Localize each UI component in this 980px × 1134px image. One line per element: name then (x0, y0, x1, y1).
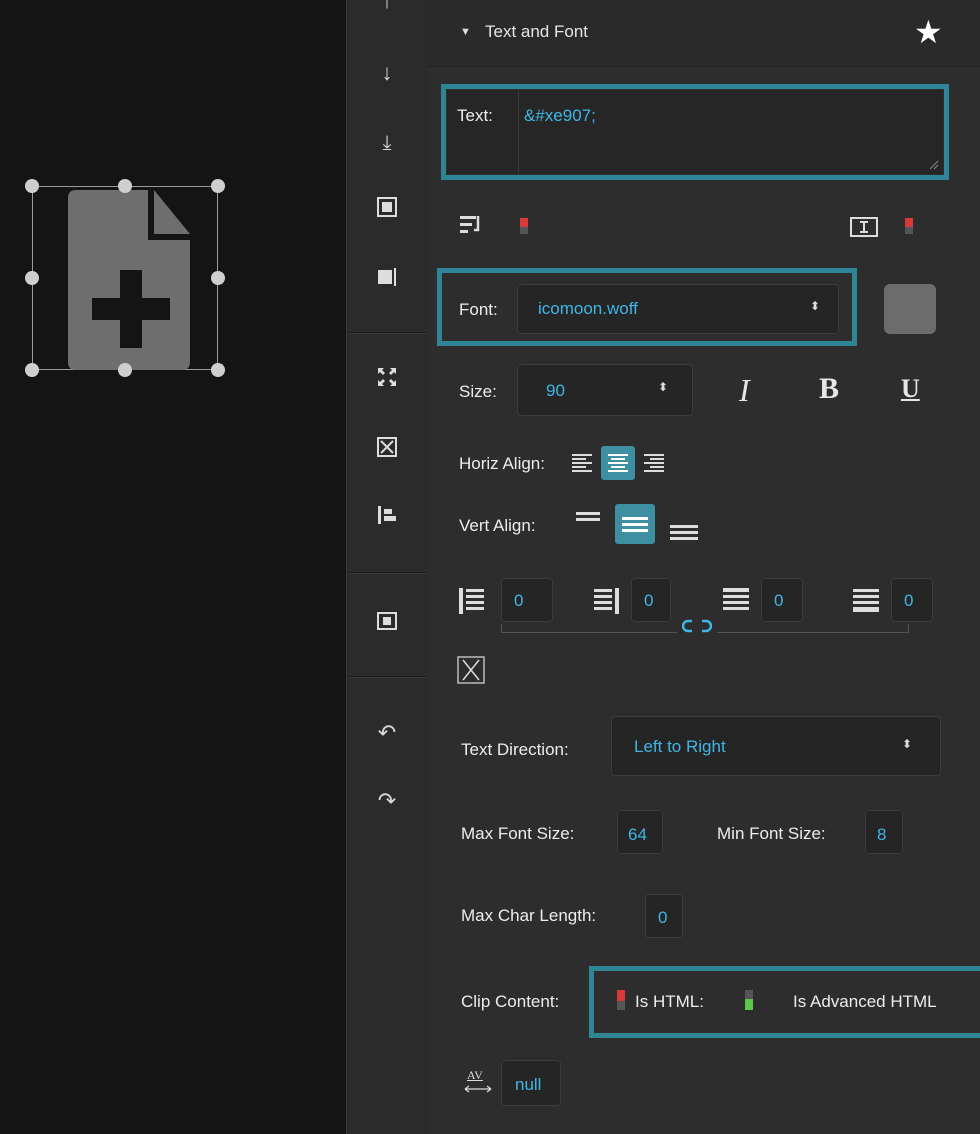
padding-bottom-icon (851, 586, 881, 616)
resize-icon[interactable] (347, 266, 427, 296)
text-value[interactable]: &#xe907; (524, 106, 596, 126)
resize-handle-br[interactable] (211, 363, 225, 377)
resize-handle-l[interactable] (25, 271, 39, 285)
file-add-icon (68, 190, 190, 370)
padding-top-value: 0 (774, 591, 784, 610)
resize-handle-tl[interactable] (25, 179, 39, 193)
valign-bottom-button[interactable] (667, 512, 701, 546)
size-select[interactable]: 90 ⬍ (517, 364, 693, 416)
center-icon[interactable] (347, 436, 427, 466)
select-arrows-icon: ⬍ (809, 299, 820, 313)
arrow-down-icon[interactable]: ↓ (347, 58, 427, 88)
toolbar-separator (347, 332, 427, 333)
align-left-icon[interactable] (347, 504, 427, 534)
padding-left-icon (457, 586, 487, 616)
resize-grip-icon[interactable] (929, 160, 939, 170)
font-value: icomoon.woff (538, 299, 638, 318)
select-arrows-icon: ⬍ (901, 737, 912, 751)
text-direction-select[interactable]: Left to Right ⬍ (611, 716, 941, 776)
min-font-size-value: 8 (877, 825, 887, 844)
word-wrap-icon[interactable] (457, 214, 485, 243)
text-field[interactable]: Text: &#xe907; (447, 90, 943, 174)
letter-spacing-value: null (515, 1075, 542, 1094)
letter-spacing-input[interactable]: null (501, 1060, 561, 1106)
font-select[interactable]: icomoon.woff ⬍ (517, 284, 839, 334)
clip-content-toggle[interactable] (617, 990, 625, 1010)
is-advanced-html-label: Is Advanced HTML (793, 992, 937, 1011)
send-to-back-icon[interactable]: ⤓ (347, 128, 427, 158)
collapse-triangle-icon[interactable]: ▼ (460, 26, 471, 38)
is-html-toggle[interactable] (745, 990, 753, 1010)
arrow-up-icon[interactable]: ↑ (347, 0, 427, 16)
valign-middle-button[interactable] (615, 504, 655, 544)
resize-handle-t[interactable] (118, 179, 132, 193)
align-left-button[interactable] (567, 448, 597, 478)
italic-button[interactable]: I (739, 372, 750, 409)
resize-handle-bl[interactable] (25, 363, 39, 377)
text-label: Text: (457, 106, 493, 125)
design-canvas[interactable] (0, 0, 346, 1134)
frame-icon[interactable] (347, 196, 427, 226)
text-divider (518, 90, 519, 174)
font-color-swatch[interactable] (884, 284, 936, 334)
max-char-length-label: Max Char Length: (461, 906, 597, 925)
bold-button[interactable]: B (819, 372, 839, 406)
horiz-align-label: Horiz Align: (459, 454, 545, 473)
size-value: 90 (546, 381, 565, 400)
properties-panel: ▼ Text and Font ★ Text: &#xe907; Font: i… (427, 0, 980, 1134)
select-arrows-icon: ⬍ (657, 380, 668, 394)
letter-spacing-icon: AV (463, 1068, 493, 1096)
is-html-label: Is HTML: (635, 992, 704, 1011)
undo-icon[interactable]: ↶ (347, 718, 427, 748)
max-char-length-value: 0 (658, 908, 668, 927)
underline-button[interactable]: U (901, 374, 920, 404)
align-right-button[interactable] (639, 448, 669, 478)
text-cursor-icon[interactable] (849, 216, 879, 244)
padding-right-icon (591, 586, 621, 616)
padding-top-input[interactable]: 0 (761, 578, 803, 622)
link-icon[interactable] (677, 618, 717, 644)
padding-top-icon (721, 586, 751, 616)
max-font-size-input[interactable]: 64 (617, 810, 663, 854)
min-font-size-label: Min Font Size: (717, 824, 826, 843)
star-icon[interactable]: ★ (914, 14, 943, 50)
toolbar-separator (347, 572, 427, 573)
max-char-length-input[interactable]: 0 (645, 894, 683, 938)
padding-bottom-input[interactable]: 0 (891, 578, 933, 622)
redo-icon[interactable]: ↷ (347, 786, 427, 816)
expand-icon[interactable] (347, 366, 427, 396)
vertical-toolbar: ↑ ↓ ⤓ ↶ ↷ (346, 0, 428, 1134)
font-label: Font: (459, 300, 498, 319)
close-x-icon[interactable] (457, 656, 485, 684)
word-wrap-toggle[interactable] (520, 218, 528, 234)
size-label: Size: (459, 382, 497, 401)
resize-handle-tr[interactable] (211, 179, 225, 193)
toolbar-separator (347, 676, 427, 677)
clip-content-label: Clip Content: (461, 992, 560, 1011)
text-direction-value: Left to Right (634, 737, 726, 756)
align-center-button[interactable] (601, 446, 635, 480)
max-font-size-value: 64 (628, 825, 647, 844)
padding-left-input[interactable]: 0 (501, 578, 553, 622)
selected-icon-widget[interactable] (25, 179, 225, 377)
resize-handle-b[interactable] (118, 363, 132, 377)
padding-right-value: 0 (644, 591, 654, 610)
resize-handle-r[interactable] (211, 271, 225, 285)
section-header[interactable]: ▼ Text and Font ★ (427, 0, 980, 67)
padding-bottom-value: 0 (904, 591, 914, 610)
letter-spacing-icon-text: AV (467, 1068, 483, 1082)
valign-top-button[interactable] (573, 506, 603, 536)
padding-left-value: 0 (514, 591, 524, 610)
fit-icon[interactable] (347, 610, 427, 640)
text-direction-label: Text Direction: (461, 740, 569, 759)
max-font-size-label: Max Font Size: (461, 824, 575, 843)
padding-right-input[interactable]: 0 (631, 578, 671, 622)
section-title: Text and Font (485, 22, 589, 41)
text-cursor-toggle[interactable] (905, 218, 913, 234)
vert-align-label: Vert Align: (459, 516, 536, 535)
min-font-size-input[interactable]: 8 (865, 810, 903, 854)
